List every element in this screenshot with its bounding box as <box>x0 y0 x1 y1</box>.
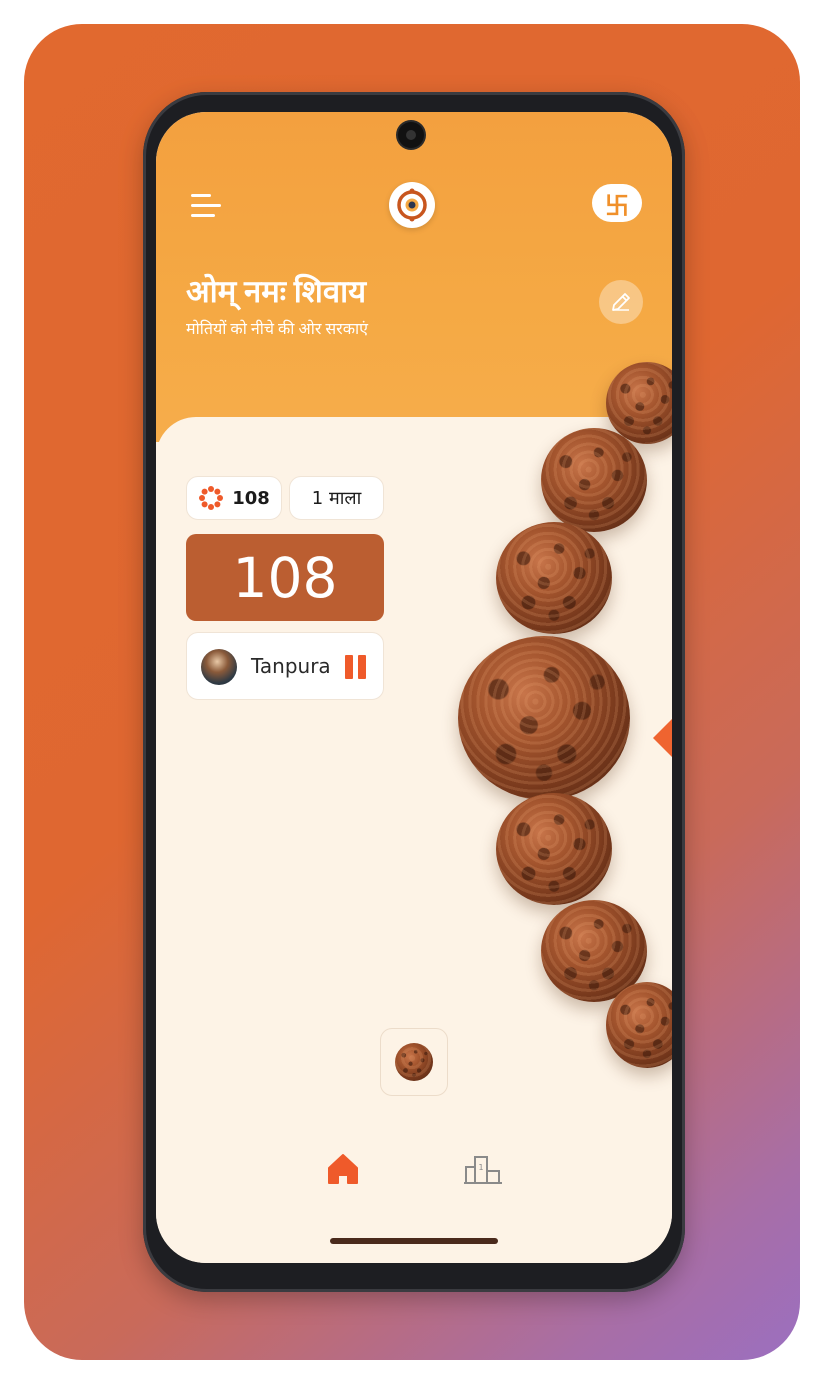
app-screen: 卐 ओम् नमः शिवाय मोतियों को नीचे की ओर सर… <box>156 112 672 1263</box>
mala-beads-count: 108 <box>232 487 270 509</box>
mala-count-chip[interactable]: 1 माला <box>289 476 384 520</box>
nav-stats[interactable]: 1 <box>462 1149 504 1189</box>
home-indicator <box>330 1238 498 1244</box>
rudraksha-bead-active[interactable] <box>458 636 630 800</box>
edit-button[interactable] <box>599 280 643 324</box>
phone-frame: 卐 ओम् नमः शिवाय मोतियों को नीचे की ओर सर… <box>143 92 685 1292</box>
swastik-button[interactable]: 卐 <box>592 184 642 222</box>
rudraksha-bead[interactable] <box>496 522 612 634</box>
rudraksha-bead[interactable] <box>541 428 647 532</box>
bead-pointer-icon <box>653 718 672 758</box>
track-name: Tanpura <box>251 654 331 678</box>
jap-counter-value: 108 <box>232 545 338 610</box>
hamburger-menu-icon <box>191 194 211 197</box>
mala-icon <box>199 486 224 510</box>
menu-button[interactable] <box>191 190 227 220</box>
bead-style-button[interactable] <box>380 1028 448 1096</box>
pause-icon[interactable] <box>345 655 367 679</box>
stats-icon: 1 <box>464 1156 502 1184</box>
music-player[interactable]: Tanpura <box>186 632 384 700</box>
app-header: 卐 ओम् नमः शिवाय मोतियों को नीचे की ओर सर… <box>156 112 672 442</box>
front-camera <box>398 122 424 148</box>
rudraksha-mini-icon <box>395 1043 433 1081</box>
hamburger-menu-icon-line <box>191 214 215 217</box>
hamburger-menu-icon-line <box>191 204 221 207</box>
nav-home[interactable] <box>323 1149 363 1189</box>
mala-count-label: 1 माला <box>311 488 362 509</box>
rudraksha-logo-icon <box>397 188 427 222</box>
app-logo <box>389 182 435 228</box>
page-subtitle: मोतियों को नीचे की ओर सरकाएं <box>186 321 369 338</box>
home-icon <box>328 1154 358 1184</box>
rudraksha-bead[interactable] <box>496 793 612 905</box>
page-title: ओम् नमः शिवाय <box>186 274 367 309</box>
track-avatar <box>201 649 237 685</box>
jap-counter: 108 <box>186 534 384 621</box>
svg-text:1: 1 <box>478 1163 483 1172</box>
mala-beads-chip[interactable]: 108 <box>186 476 282 520</box>
swastik-icon: 卐 <box>605 191 629 220</box>
pencil-icon <box>612 293 630 311</box>
